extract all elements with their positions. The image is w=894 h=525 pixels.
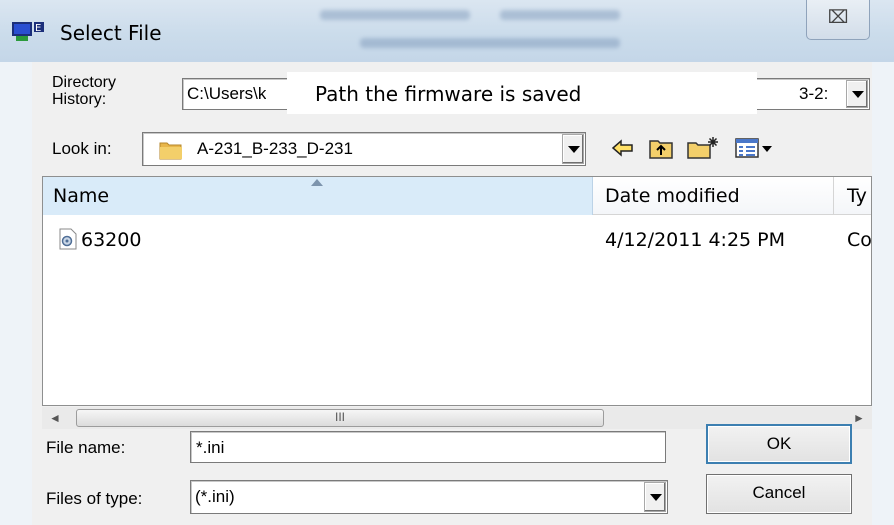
scrollbar-thumb[interactable]: III	[76, 409, 604, 427]
close-icon: ⌧	[827, 7, 849, 28]
background-window-ghost	[300, 4, 660, 56]
scroll-left-icon[interactable]: ◄	[44, 407, 66, 429]
column-name[interactable]: Name	[43, 177, 593, 215]
files-of-type-value: (*.ini)	[195, 487, 235, 506]
look-in-dropdown-button[interactable]	[562, 134, 584, 164]
file-list[interactable]: Name Date modified Ty 63200 4/12/2011 4:…	[42, 176, 872, 406]
svg-text:E: E	[35, 23, 41, 34]
sort-ascending-icon	[311, 179, 323, 186]
new-folder-icon[interactable]	[686, 135, 720, 161]
directory-history-dropdown-button[interactable]	[846, 80, 868, 108]
files-of-type-label: Files of type:	[46, 489, 143, 508]
column-type-label[interactable]: Ty	[847, 185, 867, 207]
up-folder-icon[interactable]	[648, 135, 674, 161]
column-date-modified-label[interactable]: Date modified	[605, 185, 740, 207]
folder-icon	[159, 142, 182, 160]
files-of-type-dropdown-button[interactable]	[644, 482, 666, 512]
title-bar: E Select File ⌧	[0, 0, 894, 62]
directory-history-value: C:\Users\k	[187, 84, 267, 103]
file-name-field[interactable]: *.ini	[190, 431, 666, 463]
window-title: Select File	[60, 21, 162, 45]
look-in-value: A-231_B-233_D-231	[197, 139, 353, 158]
window-frame-left	[0, 62, 32, 525]
scrollbar-grip: III	[334, 410, 345, 424]
file-type-cell: Co	[847, 229, 872, 251]
window-frame-right	[872, 62, 894, 525]
column-name-label: Name	[53, 185, 110, 207]
file-name-cell: 63200	[81, 229, 142, 251]
column-separator[interactable]	[833, 177, 834, 215]
app-icon: E	[12, 22, 44, 41]
directory-history-label: Directory History:	[52, 74, 117, 108]
look-in-label: Look in:	[52, 139, 112, 158]
close-button[interactable]: ⌧	[806, 0, 870, 40]
back-arrow-icon[interactable]	[610, 135, 636, 161]
file-name-label: File name:	[46, 438, 126, 457]
view-menu-icon[interactable]	[734, 135, 774, 161]
annotation-callout: Path the firmware is saved	[287, 72, 757, 114]
file-name-value: *.ini	[196, 438, 225, 457]
look-in-select[interactable]: A-231_B-233_D-231	[142, 132, 586, 166]
dialog-body: Directory History: C:\Users\k 3-2: Path …	[32, 62, 872, 525]
config-file-icon	[59, 228, 77, 250]
file-date-cell: 4/12/2011 4:25 PM	[605, 229, 786, 251]
list-header: Name Date modified Ty	[43, 177, 871, 215]
files-of-type-select[interactable]: (*.ini)	[190, 480, 668, 514]
cancel-button[interactable]: Cancel	[706, 474, 852, 514]
ok-button[interactable]: OK	[706, 424, 852, 464]
directory-history-value-tail: 3-2:	[799, 84, 829, 103]
